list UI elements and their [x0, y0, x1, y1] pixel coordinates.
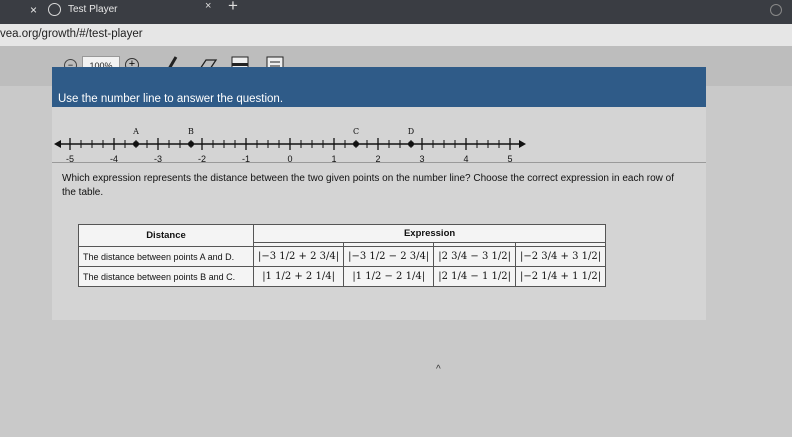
expression-option[interactable]: |2 1/4 − 1 1/2| — [433, 266, 516, 287]
point-marker — [408, 141, 414, 147]
expression-option[interactable]: |−2 3/4 + 3 1/2| — [514, 246, 607, 267]
url-text: vea.org/growth/#/test-player — [0, 28, 143, 40]
cursor-icon: ^ — [436, 364, 441, 375]
point-marker — [353, 141, 359, 147]
number-line: -5 -4 -3 -2 -1 0 1 2 3 4 5A B C D — [54, 127, 526, 164]
point-label: C — [353, 127, 359, 136]
point-label: B — [188, 127, 194, 136]
distance-header: Distance — [78, 224, 254, 247]
expression-option[interactable]: |−3 1/2 + 2 3/4| — [252, 246, 345, 267]
question-header: Use the number line to answer the questi… — [52, 67, 706, 107]
prompt-line-2: the table. — [62, 187, 104, 198]
address-bar[interactable]: vea.org/growth/#/test-player — [0, 24, 792, 46]
distance-cell: The distance between points B and C. — [78, 266, 254, 287]
point-label: D — [408, 127, 414, 136]
tab-close-icon[interactable]: × — [205, 0, 211, 12]
globe-icon — [48, 3, 61, 16]
expression-option[interactable]: |2 3/4 − 3 1/2| — [433, 246, 516, 267]
table-row: The distance between points B and C. |1 … — [78, 266, 607, 287]
answer-table: Distance Expression The distance between… — [78, 224, 607, 287]
question-prompt: Which expression represents the distance… — [62, 172, 702, 200]
expression-header: Expression — [252, 224, 607, 243]
expression-option[interactable]: |1 1/2 + 2 1/4| — [252, 266, 345, 287]
point-label: A — [132, 127, 139, 136]
right-arrow-icon — [519, 140, 526, 148]
instruction-text: Use the number line to answer the questi… — [58, 93, 284, 105]
expression-option[interactable]: |−2 1/4 + 1 1/2| — [514, 266, 607, 287]
left-arrow-icon — [54, 140, 61, 148]
expression-option[interactable]: |−3 1/2 − 2 3/4| — [343, 246, 435, 267]
browser-tab-bar: × Test Player × + — [0, 0, 792, 24]
point-marker — [188, 141, 194, 147]
expression-option[interactable]: |1 1/2 − 2 1/4| — [343, 266, 435, 287]
tab-title[interactable]: Test Player — [68, 4, 117, 15]
distance-cell: The distance between points A and D. — [78, 246, 254, 267]
divider — [52, 162, 706, 163]
point-marker — [133, 141, 139, 147]
tab-close-button[interactable]: × — [30, 3, 37, 17]
prompt-line-1: Which expression represents the distance… — [62, 173, 675, 184]
new-tab-button[interactable]: + — [228, 0, 238, 16]
profile-icon[interactable] — [770, 4, 782, 16]
table-row: The distance between points A and D. |−3… — [78, 246, 607, 267]
